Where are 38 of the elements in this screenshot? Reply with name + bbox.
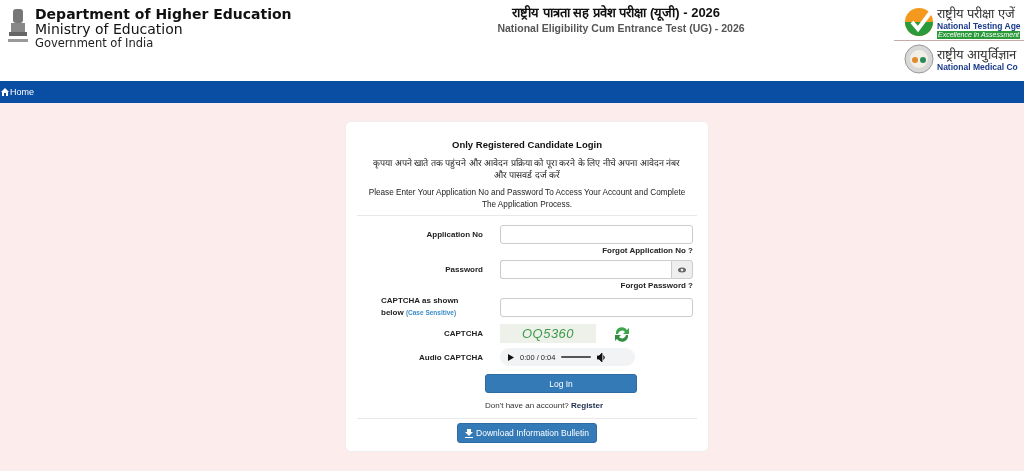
seek-bar	[561, 355, 592, 359]
input-field[interactable]	[500, 297, 693, 317]
captcha-image: OQ5360	[500, 324, 596, 343]
show-password-button[interactable]	[671, 260, 693, 279]
ministry-name: Ministry of Education	[35, 22, 183, 37]
register-link[interactable]: Register	[571, 401, 604, 410]
agency-name: राष्ट्रीय आयुर्विज्ञान	[937, 46, 1018, 62]
exam-title: National Eligibility Cum Entrance Test (UG) - 2026	[497, 21, 745, 35]
field-label: Application No	[425, 230, 483, 239]
instruction-text: कृपया अपने खाते तक पहुंचने और आवेदन प्रक्रिया को पूरा करने के लिए नीचे अपना आवेदन नंबर और पासवर्ड दर्ज करें	[372, 157, 682, 181]
agency-name: National Medical Co	[937, 61, 1018, 72]
forgot-link[interactable]: Forgot Application No ?	[602, 246, 693, 255]
login-title: Only Registered Candidate Login	[452, 139, 602, 150]
play-icon	[508, 353, 514, 361]
download-icon	[465, 428, 474, 438]
field-label: Password	[444, 265, 483, 274]
check-logo-icon	[904, 7, 934, 37]
password-field[interactable]	[500, 260, 671, 279]
volume-icon	[597, 352, 606, 362]
agency-name: National Testing Age	[937, 20, 1021, 31]
login-button[interactable]: Log In	[485, 374, 637, 393]
home-link[interactable]: Home	[1, 87, 34, 97]
field-label: CAPTCHA	[442, 329, 483, 338]
eye-icon	[678, 266, 686, 273]
refresh-button[interactable]	[613, 324, 631, 343]
government-name: Government of India	[35, 37, 155, 50]
register-prompt: Don't have an account? Register	[485, 401, 604, 410]
input-field[interactable]	[500, 225, 693, 244]
exam-title: राष्ट्रीय पात्रता सह प्रवेश परीक्षा (यूजी) - 2026	[511, 4, 721, 21]
department-name: Department of Higher Education	[35, 7, 292, 22]
forgot-link[interactable]: Forgot Password ?	[620, 281, 693, 290]
field-label: Audio CAPTCHA	[418, 352, 483, 362]
home-icon	[1, 88, 9, 96]
download-button[interactable]: Download Information Bulletin	[457, 423, 597, 443]
refresh-icon	[613, 324, 631, 343]
instruction-text: Please Enter Your Application No and Password To Access Your Account and Complete The Application Process.	[367, 187, 687, 211]
agency-name: राष्ट्रीय परीक्षा एजें	[937, 5, 1016, 21]
seal-logo-icon	[904, 44, 934, 74]
